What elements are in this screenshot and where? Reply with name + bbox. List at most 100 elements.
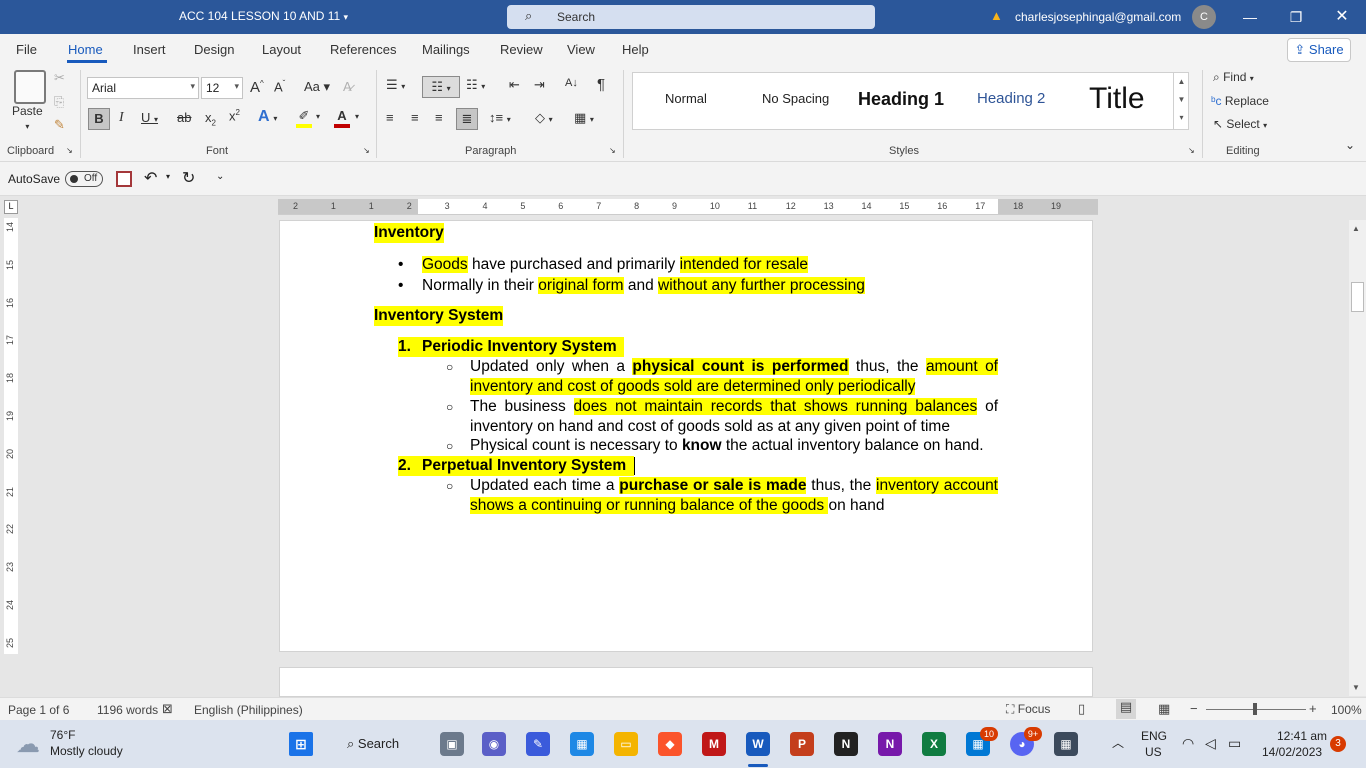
tab-mailings[interactable]: Mailings xyxy=(422,42,470,57)
search-box[interactable]: ⌕ Search xyxy=(507,5,875,29)
increase-indent-icon[interactable]: ⇥ xyxy=(534,77,545,93)
word-icon[interactable]: W xyxy=(746,732,770,756)
scrollbar-thumb[interactable] xyxy=(1351,282,1364,312)
show-marks-icon[interactable]: ¶ xyxy=(597,76,605,93)
pen-app-icon[interactable]: ✎ xyxy=(526,732,550,756)
chevron-down-icon[interactable]: ▾ xyxy=(166,172,170,181)
tab-review[interactable]: Review xyxy=(500,42,543,57)
scroll-up-icon[interactable]: ▲ xyxy=(1352,224,1360,233)
numbering-icon[interactable]: ☷ ▾ xyxy=(422,76,460,98)
share-button[interactable]: ⇪ Share xyxy=(1287,38,1351,62)
cut-icon[interactable]: ✂ xyxy=(54,70,65,86)
style-normal[interactable]: Normal xyxy=(665,91,707,106)
dialog-launcher-icon[interactable]: ↘ xyxy=(66,146,73,155)
borders-icon[interactable]: ▦ ▾ xyxy=(574,110,594,126)
font-name-select[interactable]: Arial ▾ xyxy=(87,77,199,99)
chevron-up-icon[interactable]: ︿ xyxy=(1112,734,1124,751)
taskbar-search[interactable]: ⌕ Search xyxy=(337,730,421,758)
web-layout-icon[interactable]: ▦ xyxy=(1158,701,1170,717)
dialog-launcher-icon[interactable]: ↘ xyxy=(363,146,370,155)
focus-button[interactable]: ⛶ Focus xyxy=(1006,702,1050,717)
bold-icon[interactable]: B xyxy=(88,108,110,130)
find-button[interactable]: ⌕ Find ▾ xyxy=(1213,70,1254,85)
powerpoint-icon[interactable]: P xyxy=(790,732,814,756)
restore-icon[interactable]: ❐ xyxy=(1273,0,1319,34)
excel-icon[interactable]: X xyxy=(922,732,946,756)
grow-font-icon[interactable]: A^ xyxy=(250,79,264,96)
account-email[interactable]: charlesjosephingal@gmail.com xyxy=(1015,10,1181,24)
decrease-indent-icon[interactable]: ⇤ xyxy=(509,77,520,93)
weather-temp[interactable]: 76°F xyxy=(50,728,75,742)
brave-icon[interactable]: ◆ xyxy=(658,732,682,756)
notion-icon[interactable]: N xyxy=(834,732,858,756)
superscript-icon[interactable]: x2 xyxy=(229,108,240,123)
bullets-icon[interactable]: ☰ ▾ xyxy=(386,77,405,93)
shading-icon[interactable]: ◇ ▾ xyxy=(535,110,553,126)
collapse-ribbon-icon[interactable]: ⌄ xyxy=(1345,138,1355,152)
zoom-slider-thumb[interactable] xyxy=(1253,703,1257,715)
scroll-down-icon[interactable]: ▼ xyxy=(1352,683,1360,692)
vertical-ruler[interactable]: 14 15 16 17 18 19 20 21 22 23 24 25 xyxy=(4,218,18,654)
document-title[interactable]: ACC 104 LESSON 10 AND 11 ▾ xyxy=(179,9,348,23)
dialog-launcher-icon[interactable]: ↘ xyxy=(1188,146,1195,155)
clock-time[interactable]: 12:41 am xyxy=(1277,729,1327,743)
justify-icon[interactable]: ≣ xyxy=(456,108,478,130)
close-icon[interactable]: ✕ xyxy=(1319,0,1365,34)
chevron-down-icon[interactable]: ▾ xyxy=(316,112,320,121)
task-view-icon[interactable]: ▣ xyxy=(440,732,464,756)
proofing-icon[interactable]: ⊠ xyxy=(162,701,173,717)
windows-start-icon[interactable]: ⊞ xyxy=(289,732,313,756)
chevron-down-icon[interactable]: ▾ xyxy=(355,112,359,121)
tab-selector[interactable]: L xyxy=(4,200,18,214)
dialog-launcher-icon[interactable]: ↘ xyxy=(609,146,616,155)
volume-icon[interactable]: ◁ xyxy=(1205,735,1216,752)
style-title[interactable]: Title xyxy=(1089,82,1145,116)
print-layout-icon[interactable]: ▤ xyxy=(1116,699,1136,719)
multilevel-list-icon[interactable]: ☷ ▾ xyxy=(466,77,485,93)
warning-icon[interactable]: ▲ xyxy=(990,8,1003,23)
align-right-icon[interactable]: ≡ xyxy=(435,110,443,125)
minimize-icon[interactable]: — xyxy=(1227,0,1273,34)
align-center-icon[interactable]: ≡ xyxy=(411,110,419,125)
language-indicator[interactable]: English (Philippines) xyxy=(194,703,303,717)
input-language[interactable]: ENG xyxy=(1141,729,1167,743)
style-heading-2[interactable]: Heading 2 xyxy=(977,90,1045,107)
tab-help[interactable]: Help xyxy=(622,42,649,57)
mcafee-icon[interactable]: M xyxy=(702,732,726,756)
font-color-icon[interactable]: A xyxy=(334,108,350,128)
paste-button[interactable]: Paste ▾ xyxy=(12,104,43,132)
replace-button[interactable]: ᵇc Replace xyxy=(1211,94,1269,108)
font-size-select[interactable]: 12 ▾ xyxy=(201,77,243,99)
shrink-font-icon[interactable]: Aˇ xyxy=(274,79,285,94)
tab-layout[interactable]: Layout xyxy=(262,42,301,57)
tab-design[interactable]: Design xyxy=(194,42,234,57)
style-no-spacing[interactable]: No Spacing xyxy=(762,91,829,106)
strikethrough-icon[interactable]: ab xyxy=(177,110,191,125)
tab-references[interactable]: References xyxy=(330,42,396,57)
read-mode-icon[interactable]: ▯ xyxy=(1078,701,1085,717)
word-count[interactable]: 1196 words xyxy=(97,703,158,717)
sort-icon[interactable]: A↓ xyxy=(565,77,578,89)
store-icon[interactable]: ▦ xyxy=(570,732,594,756)
redo-icon[interactable]: ↻ xyxy=(182,168,195,188)
vertical-scrollbar[interactable]: ▲ ▼ xyxy=(1349,220,1366,696)
chat-icon[interactable]: ◉ xyxy=(482,732,506,756)
weather-desc[interactable]: Mostly cloudy xyxy=(50,744,123,758)
page-count[interactable]: Page 1 of 6 xyxy=(8,703,69,717)
subscript-icon[interactable]: x2 xyxy=(205,110,216,128)
onenote-icon[interactable]: N xyxy=(878,732,902,756)
styles-scroll[interactable]: ▲ ▼ ▾ xyxy=(1173,73,1189,129)
clear-formatting-icon[interactable]: A̷ xyxy=(343,79,352,94)
italic-icon[interactable]: I xyxy=(119,110,124,126)
file-explorer-icon[interactable]: ▭ xyxy=(614,732,638,756)
clock-date[interactable]: 14/02/2023 xyxy=(1262,745,1322,759)
format-painter-icon[interactable]: ✎ xyxy=(54,117,65,133)
tab-file[interactable]: File xyxy=(16,42,37,57)
text-effects-icon[interactable]: A ▾ xyxy=(258,108,277,126)
customize-qat-icon[interactable]: ⌄ xyxy=(216,171,224,182)
input-region[interactable]: US xyxy=(1145,745,1162,759)
style-heading-1[interactable]: Heading 1 xyxy=(858,89,944,110)
tab-insert[interactable]: Insert xyxy=(133,42,166,57)
battery-icon[interactable]: ▭ xyxy=(1228,735,1241,752)
zoom-level[interactable]: 100% xyxy=(1331,703,1362,717)
